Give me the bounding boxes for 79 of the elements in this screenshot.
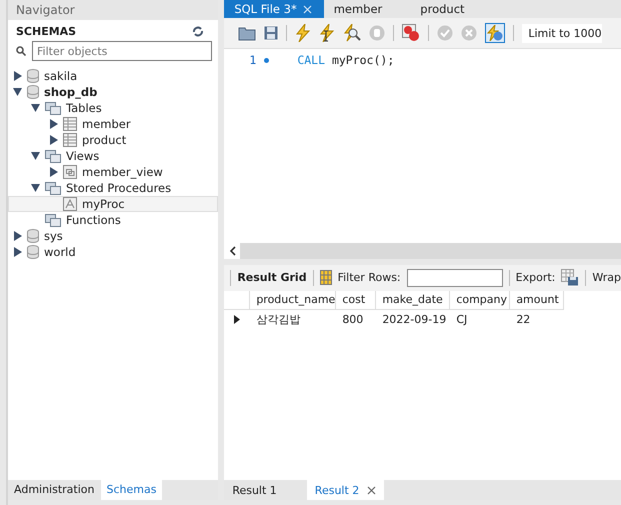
column-header[interactable]: cost — [336, 290, 376, 310]
collapsed-arrow-icon[interactable] — [13, 231, 22, 241]
result-tab[interactable]: Result 1 — [224, 480, 307, 500]
tree-item[interactable]: world — [8, 244, 218, 260]
scroll-left-icon[interactable] — [229, 246, 238, 256]
editor-tab[interactable]: product — [410, 0, 493, 18]
table-icon — [63, 117, 77, 131]
tree-item[interactable]: product — [8, 132, 218, 148]
lightning-cursor-icon[interactable] — [319, 24, 336, 42]
stacked-windows-icon — [45, 150, 61, 162]
table-cell-text: 22 — [515, 312, 532, 326]
column-header[interactable]: make_date — [376, 290, 450, 310]
expanded-arrow-icon[interactable] — [13, 87, 22, 97]
filter-field[interactable]: Filter objects — [32, 41, 212, 61]
panel-tab[interactable]: Schemas — [100, 480, 162, 500]
tree-item[interactable]: Stored Procedures — [8, 180, 218, 196]
tree-item[interactable]: Views — [8, 148, 218, 164]
table-cell-text: 삼각김밥 — [255, 312, 302, 326]
table-icon — [63, 133, 77, 147]
tree-item[interactable]: member — [8, 116, 218, 132]
lightning-check-icon — [487, 25, 504, 41]
editor-tab[interactable]: member — [324, 0, 410, 18]
grid-corner-cell — [224, 290, 250, 310]
form-columns-icon[interactable] — [320, 270, 332, 285]
column-header[interactable]: amount — [510, 290, 564, 310]
search-icon — [16, 46, 26, 56]
stacked-windows-icon — [45, 214, 61, 226]
table-cell-text: CJ — [455, 312, 468, 326]
limit-dropdown[interactable]: Limit to 1000 — [522, 24, 602, 42]
tree-item[interactable]: myProc — [8, 196, 218, 212]
result-grid-label[interactable]: Result Grid — [237, 271, 307, 284]
tree-item[interactable]: member_view — [8, 164, 218, 180]
expanded-arrow-icon[interactable] — [31, 151, 40, 161]
table-cell-text: 2022-09-19 — [381, 312, 448, 326]
tree-item[interactable]: sys — [8, 228, 218, 244]
export-grid-icon[interactable] — [561, 269, 580, 286]
stacked-windows-icon — [45, 102, 61, 114]
expanded-arrow-icon[interactable] — [31, 103, 40, 113]
folder-icon[interactable] — [238, 26, 256, 40]
save-icon[interactable] — [264, 26, 278, 40]
database-icon — [27, 229, 39, 243]
lightning-icon[interactable] — [295, 24, 312, 42]
database-icon — [27, 69, 39, 83]
filter-rows-field[interactable] — [406, 268, 503, 286]
close-icon[interactable] — [367, 486, 376, 494]
collapsed-arrow-icon[interactable] — [13, 247, 22, 257]
collapsed-arrow-icon[interactable] — [49, 135, 58, 145]
expanded-arrow-icon[interactable] — [31, 183, 40, 193]
collapsed-arrow-icon[interactable] — [13, 71, 22, 81]
editor-tab[interactable]: SQL File 3* — [224, 0, 324, 18]
column-header[interactable]: product_name — [250, 290, 336, 310]
tree-item[interactable]: Tables — [8, 100, 218, 116]
horizontal-scrollbar[interactable] — [224, 242, 621, 258]
lightning-magnifier-icon[interactable] — [343, 24, 362, 42]
statement-dot-icon — [264, 58, 270, 62]
export-label: Export: — [516, 271, 556, 284]
result-tab[interactable]: Result 2 — [306, 480, 384, 500]
row-pointer-icon — [234, 314, 240, 324]
tree-item[interactable]: shop_db — [8, 84, 218, 100]
tree-item[interactable]: Functions — [8, 212, 218, 228]
collapsed-arrow-icon[interactable] — [49, 119, 58, 129]
wrap-label: Wrap — [592, 271, 621, 284]
section-title: SCHEMAS — [16, 25, 76, 38]
collapsed-arrow-icon[interactable] — [49, 167, 58, 177]
table-cell-text: 800 — [341, 312, 364, 326]
column-header[interactable]: company — [450, 290, 510, 310]
check-icon[interactable] — [437, 25, 454, 41]
code-line: CALL myProc(); — [297, 53, 394, 67]
panel-tab[interactable]: Administration — [8, 480, 100, 500]
database-icon — [27, 245, 39, 259]
filter-label: Filter Rows: — [338, 271, 401, 284]
procedure-icon — [63, 197, 77, 211]
database-icon — [27, 85, 39, 99]
toggle-button[interactable] — [485, 23, 506, 43]
stacked-windows-icon — [45, 182, 61, 194]
view-icon — [63, 165, 77, 179]
tree-item[interactable]: sakila — [8, 68, 218, 84]
line-number: 1 — [248, 53, 256, 67]
refresh-icon[interactable] — [192, 26, 204, 37]
